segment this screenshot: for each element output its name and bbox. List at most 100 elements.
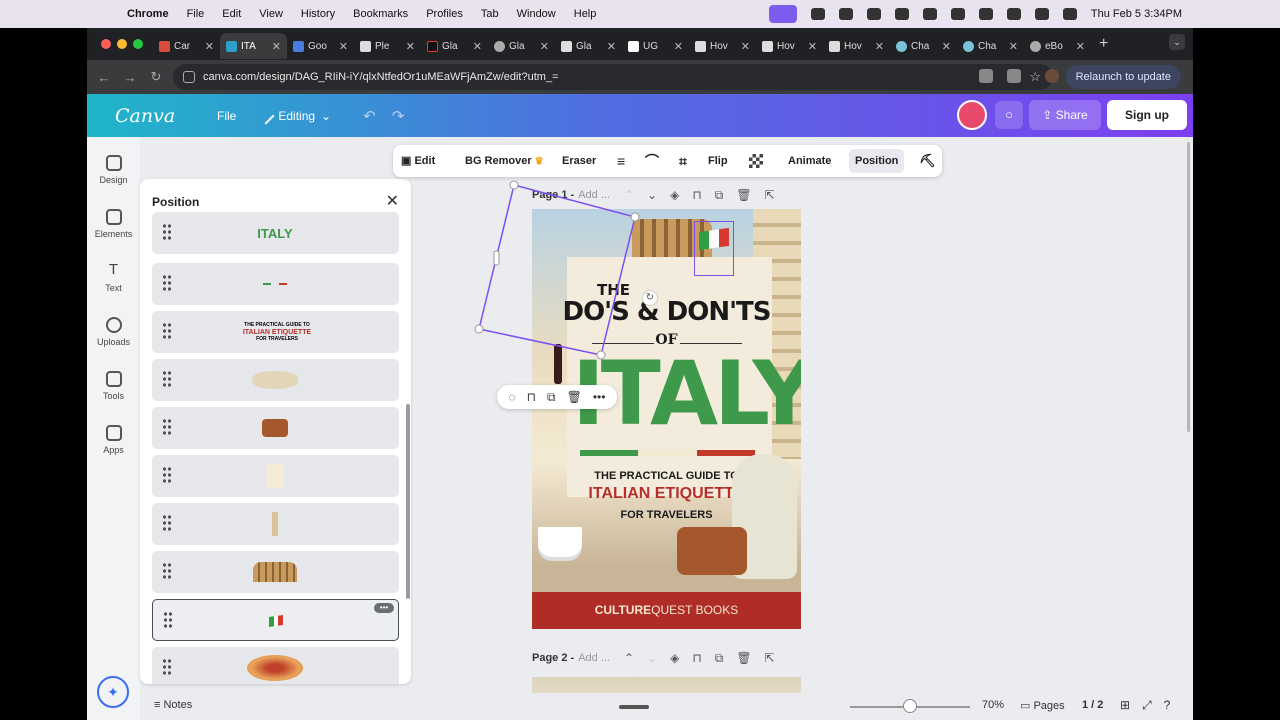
tab-close-icon[interactable]: ✕ xyxy=(540,40,549,53)
menu-edit[interactable]: Edit xyxy=(222,8,241,20)
menu-app-name[interactable]: Chrome xyxy=(127,8,169,20)
side-handle[interactable] xyxy=(493,250,500,266)
publisher-banner[interactable]: CULTUREQUEST BOOKS xyxy=(532,592,801,629)
menu-help[interactable]: Help xyxy=(574,8,597,20)
chevron-down-icon[interactable]: ⌄ xyxy=(647,651,657,666)
paint-roller-icon[interactable]: ⛏ xyxy=(919,145,936,177)
layer-item[interactable] xyxy=(152,359,399,401)
new-tab-icon[interactable]: + xyxy=(1099,35,1108,53)
menu-window[interactable]: Window xyxy=(517,8,556,20)
tab-close-icon[interactable]: ✕ xyxy=(875,40,884,53)
trash-icon[interactable]: 🗑 xyxy=(736,188,751,203)
transparency-icon[interactable] xyxy=(749,154,763,168)
browser-tab[interactable]: Cha ✕ xyxy=(957,33,1024,59)
duplicate-icon[interactable]: ⧉ xyxy=(715,188,724,203)
resize-handle[interactable] xyxy=(596,350,606,360)
address-bar[interactable]: canva.com/design/DAG_RIiN-iY/qlxNtfedOr1… xyxy=(173,64,1053,90)
site-info-icon[interactable] xyxy=(183,71,195,83)
layer-item[interactable] xyxy=(152,455,399,497)
drag-handle-icon[interactable] xyxy=(162,562,172,580)
tab-close-icon[interactable]: ✕ xyxy=(808,40,817,53)
tab-close-icon[interactable]: ✕ xyxy=(607,40,616,53)
browser-tab-active[interactable]: ITA ✕ xyxy=(220,33,287,59)
layer-item[interactable] xyxy=(152,551,399,593)
browser-tab[interactable]: Hov ✕ xyxy=(689,33,756,59)
tab-close-icon[interactable]: ✕ xyxy=(942,40,951,53)
tab-close-icon[interactable]: ✕ xyxy=(339,40,348,53)
edit-button[interactable]: ▣ Edit xyxy=(401,145,435,177)
editing-mode-button[interactable]: Editing ⌄ xyxy=(257,107,331,124)
drag-handle-icon[interactable] xyxy=(162,370,172,388)
drag-handle-icon[interactable] xyxy=(163,611,173,629)
file-menu-button[interactable]: File xyxy=(217,109,236,123)
help-icon[interactable]: ? xyxy=(1164,698,1171,713)
animate-button[interactable]: Animate xyxy=(788,145,831,177)
tab-close-icon[interactable]: ✕ xyxy=(406,40,415,53)
drag-handle-icon[interactable] xyxy=(162,322,172,340)
menu-bookmarks[interactable]: Bookmarks xyxy=(353,8,408,20)
battery-icon[interactable] xyxy=(978,8,993,20)
espresso-cup-image[interactable] xyxy=(538,527,582,557)
app-status-icon[interactable] xyxy=(866,8,881,20)
layer-item[interactable]: THE PRACTICAL GUIDE TO ITALIAN ETIQUETTE… xyxy=(152,311,399,353)
flip-button[interactable]: Flip xyxy=(708,145,728,177)
rail-apps[interactable]: Apps xyxy=(87,425,140,455)
trash-icon[interactable]: 🗑 xyxy=(567,390,582,404)
more-options-icon[interactable]: ••• xyxy=(593,390,606,404)
more-options-icon[interactable]: ••• xyxy=(374,603,394,613)
profile-avatar-icon[interactable] xyxy=(1045,69,1059,83)
zoom-level[interactable]: 70% xyxy=(982,699,1004,711)
tab-close-icon[interactable]: ✕ xyxy=(1009,40,1018,53)
undo-icon[interactable]: ↶ xyxy=(363,107,376,125)
reload-icon[interactable]: ↻ xyxy=(143,69,169,85)
chevron-up-icon[interactable]: ⌃ xyxy=(624,651,634,666)
tab-search-icon[interactable]: ⌄ xyxy=(1169,34,1185,50)
page2-add-title[interactable]: Add ... xyxy=(578,652,610,664)
close-window-button[interactable] xyxy=(101,39,111,49)
line-weight-icon[interactable]: ≡ xyxy=(617,145,625,177)
corner-radius-icon[interactable]: ⌒ xyxy=(645,145,659,177)
comment-add-icon[interactable]: ◌ xyxy=(509,390,516,404)
stop-record-icon[interactable] xyxy=(894,8,909,20)
duplicate-icon[interactable]: ⧉ xyxy=(547,390,556,405)
rail-elements[interactable]: Elements xyxy=(87,209,140,239)
page-counter[interactable]: 1 / 2 xyxy=(1082,699,1103,711)
browser-tab[interactable]: Gla ✕ xyxy=(421,33,488,59)
canvas-scrollbar[interactable] xyxy=(1187,142,1190,432)
extensions-puzzle-icon[interactable] xyxy=(1007,69,1021,83)
tab-close-icon[interactable]: ✕ xyxy=(1076,40,1085,53)
browser-tab[interactable]: Cha ✕ xyxy=(890,33,957,59)
resize-handle[interactable] xyxy=(509,180,519,190)
panel-scrollbar[interactable] xyxy=(406,404,410,599)
zoom-window-button[interactable] xyxy=(133,39,143,49)
menu-file[interactable]: File xyxy=(187,8,205,20)
relaunch-button[interactable]: Relaunch to update xyxy=(1065,65,1181,89)
browser-tab[interactable]: UG ✕ xyxy=(622,33,689,59)
hide-eye-icon[interactable]: ◈ xyxy=(670,188,679,203)
hide-eye-icon[interactable]: ◈ xyxy=(670,651,679,666)
sign-up-button[interactable]: Sign up xyxy=(1107,100,1187,130)
drag-handle-icon[interactable] xyxy=(162,223,172,241)
drag-handle-icon[interactable] xyxy=(162,658,172,676)
browser-tab[interactable]: Goo ✕ xyxy=(287,33,354,59)
resize-handle[interactable] xyxy=(474,324,484,334)
forward-icon[interactable]: → xyxy=(117,70,143,85)
menu-view[interactable]: View xyxy=(259,8,283,20)
bookmark-star-icon[interactable]: ☆ xyxy=(1029,69,1041,85)
menu-profiles[interactable]: Profiles xyxy=(426,8,463,20)
menu-tab[interactable]: Tab xyxy=(481,8,499,20)
drag-handle-icon[interactable] xyxy=(162,418,172,436)
menubar-clock[interactable]: Thu Feb 5 3:34PM xyxy=(1091,8,1182,20)
layer-item[interactable]: ITALY xyxy=(152,212,399,254)
dropbox-icon[interactable] xyxy=(838,8,853,20)
bg-remover-button[interactable]: BG Remover ♛ xyxy=(465,145,544,177)
grid-view-icon[interactable]: ⊞ xyxy=(1120,698,1130,713)
tab-close-icon[interactable]: ✕ xyxy=(272,40,281,53)
camera-extension-icon[interactable] xyxy=(979,69,993,83)
browser-tab[interactable]: Hov ✕ xyxy=(823,33,890,59)
canva-logo[interactable]: Canva xyxy=(115,105,195,127)
play-icon[interactable] xyxy=(922,8,937,20)
browser-tab[interactable]: Car ✕ xyxy=(153,33,220,59)
user-avatar[interactable] xyxy=(957,100,987,130)
rail-text[interactable]: T Text xyxy=(87,262,140,293)
